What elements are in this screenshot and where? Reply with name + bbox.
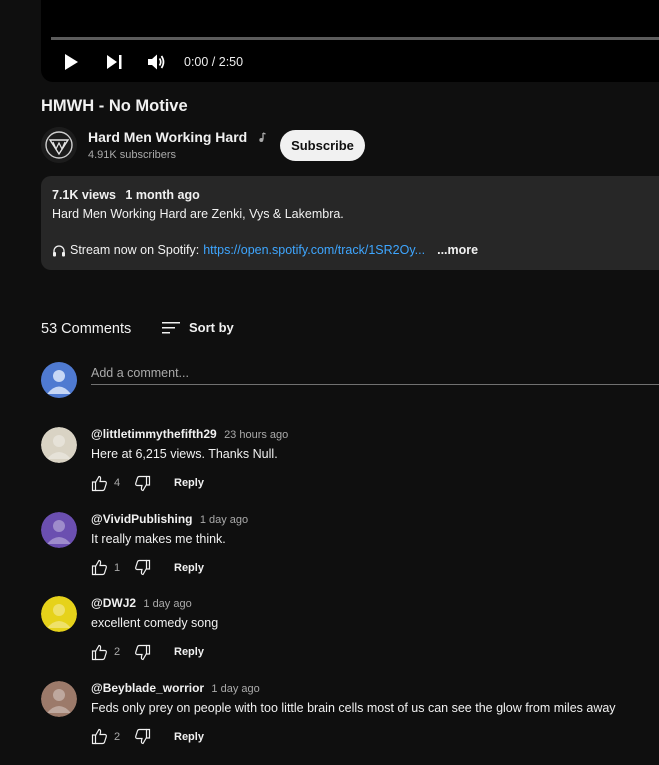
time-display: 0:00 / 2:50 (184, 55, 244, 69)
subscriber-count: 4.91K subscribers (88, 149, 177, 161)
current-user-avatar (41, 362, 77, 398)
volume-icon[interactable] (147, 53, 167, 71)
avatar-icon (41, 596, 77, 632)
comment-author[interactable]: @VividPublishing (91, 512, 193, 526)
like-count: 2 (114, 730, 121, 743)
channel-name-text[interactable]: Hard Men Working Hard (88, 129, 247, 145)
commenter-avatar[interactable] (41, 427, 77, 463)
upload-age: 1 month ago (125, 188, 200, 202)
description-text: Hard Men Working Hard are Zenki, Vys & L… (52, 207, 344, 221)
comment-time[interactable]: 1 day ago (143, 598, 191, 610)
comment-time[interactable]: 1 day ago (200, 514, 248, 526)
comment: @Beyblade_worrior 1 day ago Feds only pr… (0, 680, 659, 765)
like-count: 2 (114, 646, 121, 658)
add-comment-input[interactable] (91, 362, 659, 385)
like-icon[interactable] (91, 559, 108, 576)
subscribe-button[interactable]: Subscribe (280, 130, 365, 161)
dislike-icon[interactable] (134, 644, 151, 661)
show-more-button[interactable]: ...more (437, 243, 478, 257)
like-icon[interactable] (91, 644, 108, 661)
comment-author-line: @DWJ2 1 day ago (91, 596, 192, 610)
sort-icon (162, 321, 180, 333)
like-count: 1 (114, 561, 121, 574)
comment-author-line: @Beyblade_worrior 1 day ago (91, 681, 260, 695)
comment-author-line: @VividPublishing 1 day ago (91, 512, 248, 526)
progress-bar[interactable] (51, 37, 659, 40)
comment-text: Feds only prey on people with too little… (91, 700, 616, 715)
comment-text: excellent comedy song (91, 616, 219, 630)
play-icon[interactable] (62, 53, 80, 71)
view-count: 7.1K views (52, 188, 116, 202)
video-player[interactable] (41, 0, 659, 82)
music-note-icon (259, 132, 266, 142)
comment: @littletimmythefifth29 23 hours ago Here… (0, 427, 659, 511)
comment-author[interactable]: @Beyblade_worrior (91, 681, 204, 695)
like-count: 4 (114, 477, 121, 489)
description-stream-line: Stream now on Spotify: https://open.spot… (52, 243, 478, 257)
reply-button[interactable]: Reply (174, 477, 204, 489)
comment-actions: 2 Reply (91, 727, 204, 747)
comment-author-line: @littletimmythefifth29 23 hours ago (91, 427, 288, 441)
next-icon[interactable] (106, 54, 123, 70)
user-icon (47, 370, 71, 394)
comment-time[interactable]: 1 day ago (211, 683, 259, 695)
sort-button[interactable]: Sort by (162, 320, 234, 335)
video-title: HMWH - No Motive (41, 97, 188, 115)
channel-name[interactable]: Hard Men Working Hard (88, 129, 266, 145)
comment-actions: 2 Reply (91, 642, 204, 662)
comment-text: It really makes me think. (91, 531, 226, 546)
comment-time[interactable]: 23 hours ago (224, 429, 288, 441)
comment-actions: 1 Reply (91, 558, 204, 578)
channel-avatar[interactable] (41, 127, 77, 163)
comment-author[interactable]: @littletimmythefifth29 (91, 427, 217, 441)
like-icon[interactable] (91, 728, 108, 745)
like-icon[interactable] (91, 475, 108, 492)
commenter-avatar[interactable] (41, 511, 77, 548)
headphones-icon (53, 244, 65, 256)
comment: @DWJ2 1 day ago excellent comedy song 2 … (0, 596, 659, 680)
dislike-icon[interactable] (134, 559, 151, 576)
reply-button[interactable]: Reply (174, 646, 204, 658)
stream-prefix: Stream now on Spotify: (70, 243, 200, 257)
commenter-avatar[interactable] (41, 680, 77, 717)
comment-text: Here at 6,215 views. Thanks Null. (91, 447, 278, 461)
avatar-icon (41, 511, 77, 548)
dislike-icon[interactable] (134, 728, 151, 745)
channel-logo-icon (41, 127, 77, 163)
reply-button[interactable]: Reply (174, 731, 204, 743)
comment-count: 53 Comments (41, 321, 132, 337)
reply-button[interactable]: Reply (174, 562, 204, 574)
description-meta: 7.1K views 1 month ago (52, 188, 206, 202)
avatar-icon (41, 427, 77, 463)
commenter-avatar[interactable] (41, 596, 77, 632)
dislike-icon[interactable] (134, 475, 151, 492)
spotify-link[interactable]: https://open.spotify.com/track/1SR2Oy... (203, 243, 425, 257)
avatar-icon (41, 680, 77, 717)
comment-author[interactable]: @DWJ2 (91, 596, 136, 610)
comment-actions: 4 Reply (91, 473, 204, 493)
sort-label: Sort by (189, 320, 234, 335)
comment: @VividPublishing 1 day ago It really mak… (0, 511, 659, 596)
